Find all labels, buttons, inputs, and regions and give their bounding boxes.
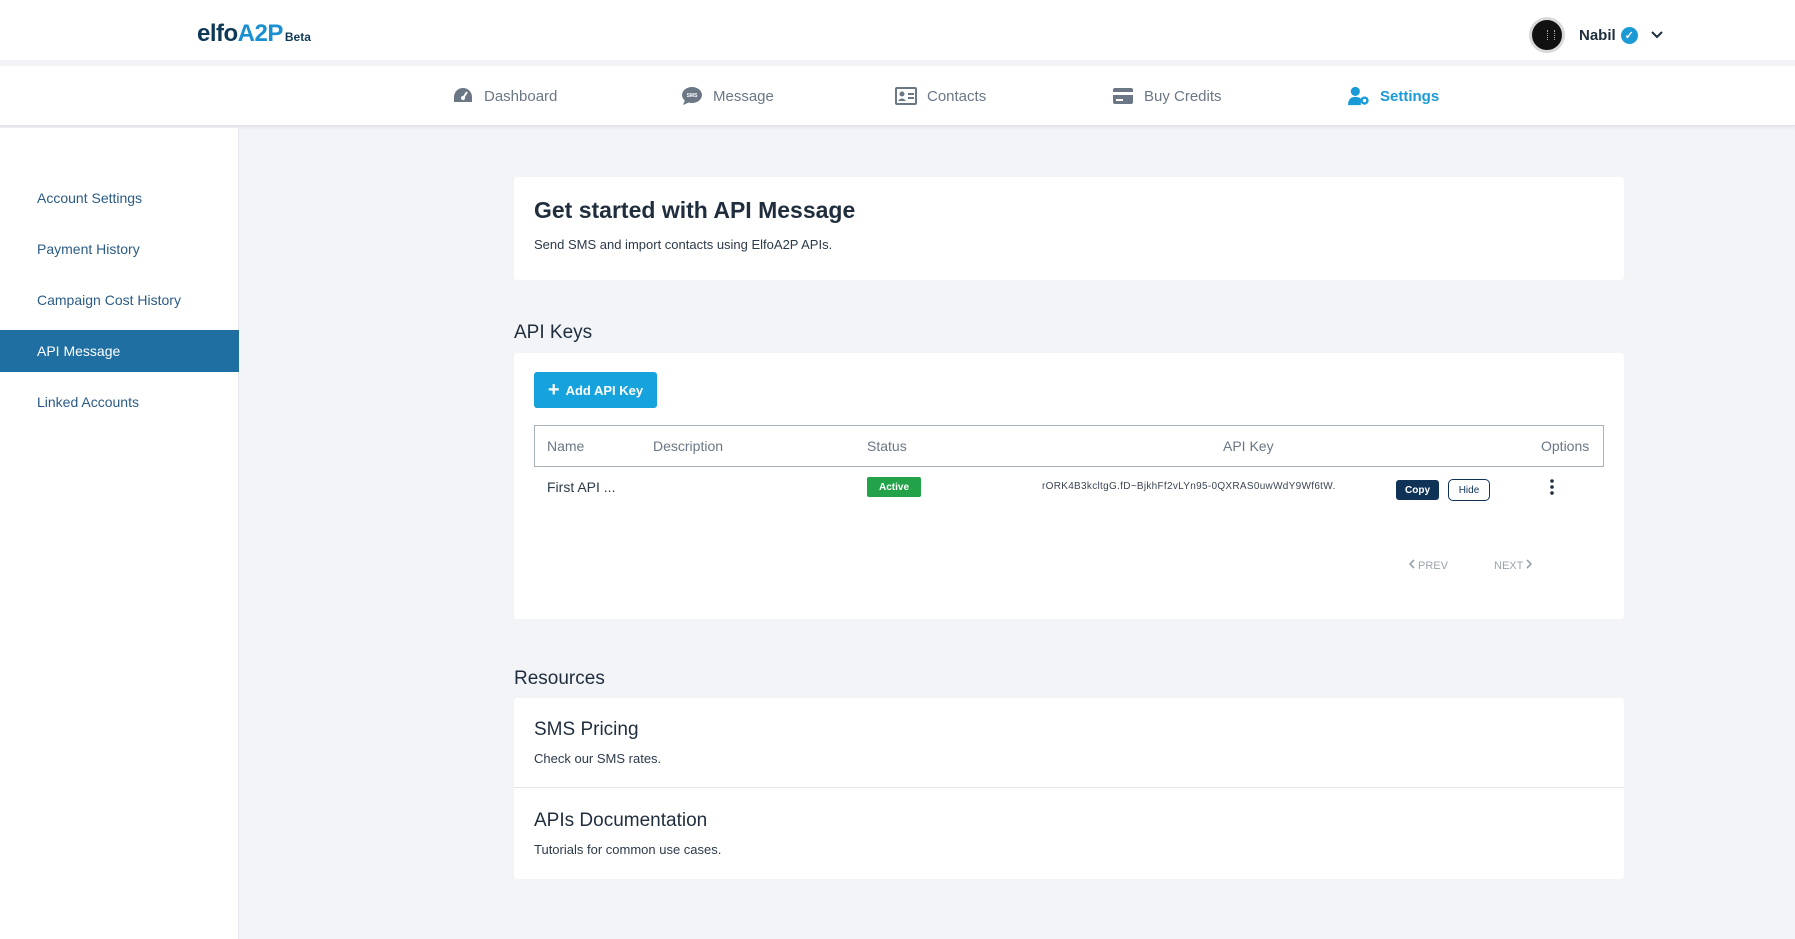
next-label: NEXT <box>1494 559 1524 572</box>
prev-label: PREV <box>1418 559 1448 572</box>
user-name: Nabil <box>1579 26 1616 44</box>
credit-card-icon <box>1112 85 1134 107</box>
check-badge-icon: ✓ <box>1620 26 1638 44</box>
chevron-left-icon <box>1408 559 1415 572</box>
sms-bubble-icon: SMS <box>681 85 703 107</box>
add-api-key-label: Add API Key <box>565 382 644 398</box>
api-key-name: First API ... <box>547 479 616 495</box>
plus-icon: + <box>547 379 560 401</box>
nav-contacts[interactable]: Contacts <box>895 66 986 126</box>
nav-label: Buy Credits <box>1144 87 1222 105</box>
nav-message[interactable]: SMS Message <box>681 66 774 126</box>
logo-text: elfo <box>197 20 238 47</box>
api-keys-heading: API Keys <box>514 322 593 343</box>
more-options-icon[interactable] <box>1546 476 1558 498</box>
logo-beta-label: Beta <box>284 30 311 44</box>
prev-page-button[interactable]: PREV <box>1408 559 1448 572</box>
resource-sms-pricing-link[interactable]: SMS Pricing <box>534 719 639 741</box>
nav-label: Dashboard <box>484 87 558 105</box>
nav-label: Message <box>713 87 774 105</box>
column-header-description: Description <box>653 438 724 454</box>
sidebar-item-account-settings[interactable]: Account Settings <box>0 177 239 219</box>
api-keys-table-header: Name Description Status API Key Options <box>534 425 1604 467</box>
column-header-name: Name <box>547 438 585 454</box>
logo-accent-text: A2P <box>237 20 284 47</box>
api-key-value: rORK4B3kcltgG.fD~BjkhFf2vLYn95-0QXRAS0uw… <box>1042 481 1336 492</box>
resource-api-docs-link[interactable]: APIs Documentation <box>534 810 707 832</box>
copy-button[interactable]: Copy <box>1396 480 1439 500</box>
user-menu[interactable]: Nabil ✓ <box>1529 17 1664 53</box>
intro-card: Get started with API Message Send SMS an… <box>514 177 1624 280</box>
page-title: Get started with API Message <box>534 197 856 223</box>
resource-api-docs-description: Tutorials for common use cases. <box>534 842 722 857</box>
nav-dashboard[interactable]: Dashboard <box>452 66 557 126</box>
svg-text:SMS: SMS <box>687 93 699 99</box>
nav-label: Settings <box>1380 87 1440 105</box>
contact-card-icon <box>895 85 917 107</box>
avatar[interactable] <box>1529 17 1565 53</box>
status-badge: Active <box>867 477 921 497</box>
settings-sidebar: Account Settings Payment History Campaig… <box>0 128 239 939</box>
chevron-right-icon <box>1526 559 1533 572</box>
resource-sms-pricing-description: Check our SMS rates. <box>534 751 662 766</box>
add-api-key-button[interactable]: + Add API Key <box>534 372 657 408</box>
hide-button[interactable]: Hide <box>1448 479 1490 501</box>
column-header-options: Options <box>1541 438 1590 454</box>
speedometer-icon <box>452 85 474 107</box>
app-logo[interactable]: elfo A2P Beta <box>197 20 311 48</box>
top-bar: elfo A2P Beta Nabil ✓ <box>0 0 1795 60</box>
main-nav: Dashboard SMS Message Contacts Buy Credi… <box>0 66 1795 126</box>
next-page-button[interactable]: NEXT <box>1494 559 1533 572</box>
column-header-api-key: API Key <box>1223 438 1274 454</box>
page-subtitle: Send SMS and import contacts using ElfoA… <box>534 237 833 252</box>
nav-settings[interactable]: Settings <box>1348 66 1439 126</box>
sidebar-item-api-message[interactable]: API Message <box>0 330 239 372</box>
sidebar-item-linked-accounts[interactable]: Linked Accounts <box>0 381 239 423</box>
resource-divider <box>514 787 1624 788</box>
nav-label: Contacts <box>927 87 987 105</box>
user-gear-icon <box>1348 85 1370 107</box>
sidebar-item-campaign-cost-history[interactable]: Campaign Cost History <box>0 279 239 321</box>
chevron-down-icon[interactable] <box>1650 28 1664 42</box>
resources-heading: Resources <box>514 668 605 689</box>
column-header-status: Status <box>867 438 907 454</box>
nav-buy-credits[interactable]: Buy Credits <box>1112 66 1222 126</box>
sidebar-item-payment-history[interactable]: Payment History <box>0 228 239 270</box>
